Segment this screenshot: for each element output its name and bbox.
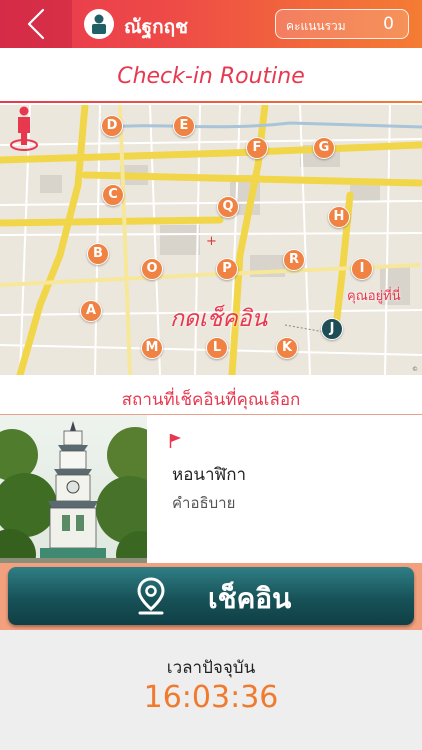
map-checkin-label[interactable]: กดเช็คอิน (170, 301, 267, 337)
user-icon (92, 14, 106, 34)
map-marker-l[interactable]: L (206, 337, 228, 359)
map-marker-f[interactable]: F (246, 137, 268, 159)
place-info: หอนาฬิกา คำอธิบาย (147, 415, 422, 563)
map-marker-j[interactable]: J (321, 318, 343, 340)
current-location-icon (10, 106, 38, 151)
username: ณัฐกฤช (124, 16, 189, 38)
score-value: 0 (383, 14, 394, 34)
place-description: คำอธิบาย (172, 494, 236, 512)
title-divider (0, 101, 422, 103)
map-marker-m[interactable]: M (141, 337, 163, 359)
map-copyright: © (412, 366, 418, 373)
map-marker-i[interactable]: I (351, 258, 373, 280)
checkin-button-label: เช็คอิน (208, 582, 292, 615)
flag-icon (169, 434, 181, 448)
header-bar: ณัฐกฤช คะแนนรวม 0 (0, 0, 422, 48)
score-box: คะแนนรวม 0 (275, 9, 409, 39)
map-marker-g[interactable]: G (313, 137, 335, 159)
map-marker-k[interactable]: K (276, 337, 298, 359)
clock-tower-image (0, 415, 147, 563)
time-area: เวลาปัจจุบัน 16:03:36 (0, 630, 422, 750)
checkin-area: เช็คอิน (0, 563, 422, 630)
map-marker-b[interactable]: B (87, 243, 109, 265)
map-marker-d[interactable]: D (101, 115, 123, 137)
location-pin-icon (137, 577, 165, 615)
score-label: คะแนนรวม (286, 19, 346, 33)
map[interactable]: + D E F G C Q H B O P R I A M L K กดเช็ค… (0, 105, 422, 375)
map-marker-p[interactable]: P (216, 258, 238, 280)
chevron-left-icon (27, 8, 45, 40)
map-marker-r[interactable]: R (283, 249, 305, 271)
map-marker-h[interactable]: H (328, 206, 350, 228)
place-photo (0, 415, 147, 563)
svg-text:+: + (206, 234, 217, 249)
map-marker-e[interactable]: E (173, 115, 195, 137)
place-name: หอนาฬิกา (172, 465, 247, 485)
back-button[interactable] (0, 0, 72, 48)
page-title: Check-in Routine (117, 64, 305, 89)
map-marker-a[interactable]: A (80, 300, 102, 322)
current-time-label: เวลาปัจจุบัน (166, 658, 256, 678)
current-time-value: 16:03:36 (143, 680, 279, 715)
map-marker-c[interactable]: C (102, 184, 124, 206)
avatar[interactable] (84, 9, 114, 39)
checkin-button[interactable]: เช็คอิน (8, 567, 414, 625)
map-marker-o[interactable]: O (141, 258, 163, 280)
selected-place-heading: สถานที่เช็คอินที่คุณเลือก (121, 390, 301, 410)
you-are-here-label: คุณอยู่ที่นี่ (347, 289, 401, 304)
map-marker-q[interactable]: Q (217, 196, 239, 218)
